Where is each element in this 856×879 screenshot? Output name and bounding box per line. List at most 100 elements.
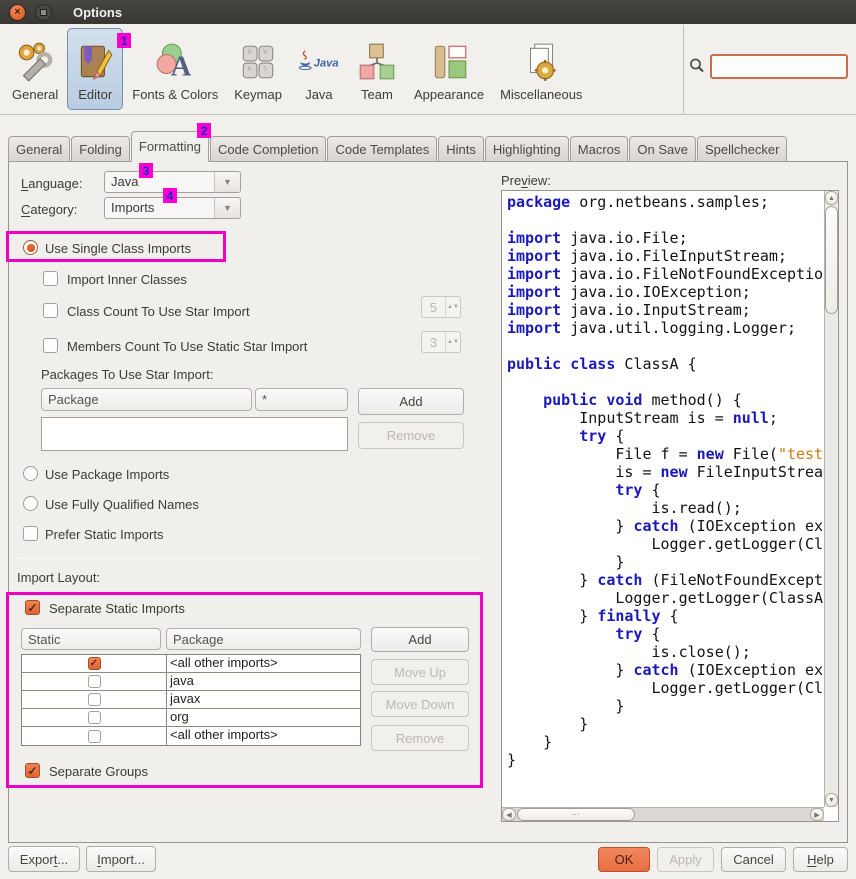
ok-button[interactable]: OK — [598, 847, 650, 872]
class-count-label: Class Count To Use Star Import — [67, 304, 250, 319]
members-count-checkbox[interactable]: ✓ — [43, 338, 58, 353]
tab-code-completion[interactable]: Code Completion — [210, 136, 326, 162]
tab-folding[interactable]: Folding — [71, 136, 130, 162]
chevron-down-icon[interactable]: ▼ — [214, 172, 240, 192]
package-cell: java — [167, 673, 360, 690]
separate-groups-checkbox[interactable]: ✓ — [25, 763, 40, 778]
members-count-spinner[interactable]: 3 ▲▼ — [421, 331, 461, 353]
help-button[interactable]: Help — [793, 847, 848, 872]
close-button[interactable]: × — [9, 4, 26, 21]
scroll-right-button[interactable]: ▶ — [810, 808, 824, 821]
files-gear-icon — [520, 39, 562, 85]
tab-spellchecker[interactable]: Spellchecker — [697, 136, 787, 162]
tab-macros[interactable]: Macros — [570, 136, 629, 162]
scroll-down-button[interactable]: ▼ — [825, 793, 838, 807]
export-button[interactable]: Export... — [8, 846, 80, 872]
static-checkbox[interactable]: ✓ — [88, 730, 101, 743]
layout-table: ✓<all other imports>✓java✓javax✓org✓<all… — [21, 654, 361, 746]
toolbar-item-editor[interactable]: Editor1 — [67, 28, 123, 110]
static-checkbox[interactable]: ✓ — [88, 711, 101, 724]
star-table-header-star[interactable]: * — [255, 388, 348, 411]
code-line: } — [507, 715, 824, 733]
layout-remove-button[interactable]: Remove — [371, 725, 469, 751]
tab-hints[interactable]: Hints — [438, 136, 484, 162]
import-button[interactable]: Import... — [86, 846, 156, 872]
cancel-button[interactable]: Cancel — [721, 847, 786, 872]
chevron-down-icon[interactable]: ▼ — [214, 198, 240, 218]
separate-static-imports-checkbox[interactable]: ✓ — [25, 600, 40, 615]
toolbar-item-fonts-colors[interactable]: AFonts & Colors — [125, 28, 225, 110]
layout-table-row[interactable]: ✓org — [22, 709, 360, 727]
tab-highlighting[interactable]: Highlighting — [485, 136, 569, 162]
use-fully-qualified-radio[interactable] — [23, 496, 38, 511]
search-input[interactable] — [710, 54, 848, 79]
move-down-button[interactable]: Move Down — [371, 691, 469, 717]
annotation-badge-1: 1 — [117, 33, 131, 48]
svg-text:A: A — [248, 65, 252, 72]
use-single-class-imports-radio[interactable] — [23, 240, 38, 255]
move-up-button[interactable]: Move Up — [371, 659, 469, 685]
search-area — [688, 54, 848, 80]
separate-static-imports-label: Separate Static Imports — [49, 601, 185, 616]
members-count-value: 3 — [422, 332, 445, 352]
prefer-static-imports-checkbox[interactable]: ✓ — [23, 526, 38, 541]
layout-table-row[interactable]: ✓ <all other imports> — [22, 727, 360, 745]
static-checkbox[interactable]: ✓ — [88, 693, 101, 706]
toolbar-item-miscellaneous[interactable]: Miscellaneous — [493, 28, 589, 110]
static-cell: ✓ — [22, 727, 167, 745]
package-cell: <all other imports> — [167, 727, 360, 745]
star-table-body[interactable] — [41, 417, 348, 451]
static-checkbox[interactable]: ✓ — [88, 675, 101, 688]
vertical-scroll-thumb[interactable] — [825, 206, 838, 314]
star-add-button[interactable]: Add — [358, 388, 464, 415]
toolbar-item-team[interactable]: Team — [349, 28, 405, 110]
scroll-left-button[interactable]: ◀ — [502, 808, 516, 821]
toolbar-item-keymap[interactable]: QWASKeymap — [227, 28, 289, 110]
tab-formatting[interactable]: Formatting2 — [131, 131, 209, 162]
toolbar-item-label: Team — [361, 87, 393, 102]
layout-table-row[interactable]: ✓javax — [22, 691, 360, 709]
vertical-scrollbar[interactable]: ▲ ▼ — [824, 191, 838, 807]
spinner-arrows-icon[interactable]: ▲▼ — [445, 297, 460, 317]
code-line: } — [507, 697, 824, 715]
tab-label: Highlighting — [493, 142, 561, 157]
scroll-up-button[interactable]: ▲ — [825, 191, 838, 205]
layout-table-header-package[interactable]: Package — [166, 628, 361, 650]
apply-button[interactable]: Apply — [657, 847, 714, 872]
preview-code[interactable]: package org.netbeans.samples; import jav… — [502, 191, 824, 807]
code-line: try { — [507, 427, 824, 445]
code-line: package org.netbeans.samples; — [507, 193, 824, 211]
tab-on-save[interactable]: On Save — [629, 136, 696, 162]
toolbar-item-label: General — [12, 87, 58, 102]
toolbar-item-label: Editor — [78, 87, 112, 102]
cubes-icon — [356, 39, 398, 85]
code-line: } catch (IOException ex) { — [507, 661, 824, 679]
toolbar-item-java[interactable]: JavaJava — [291, 28, 347, 110]
layout-table-row[interactable]: ✓ java — [22, 673, 360, 691]
static-checkbox[interactable]: ✓ — [88, 657, 101, 670]
spinner-arrows-icon[interactable]: ▲▼ — [445, 332, 460, 352]
use-package-imports-radio[interactable] — [23, 466, 38, 481]
toolbar-item-general[interactable]: General — [5, 28, 65, 110]
horizontal-scrollbar[interactable]: ◀ ⋯ ▶ — [502, 807, 824, 821]
toolbar-item-appearance[interactable]: Appearance — [407, 28, 491, 110]
layout-add-button[interactable]: Add — [371, 627, 469, 652]
tab-label: Spellchecker — [705, 142, 779, 157]
tab-general[interactable]: General — [8, 136, 70, 162]
layout-table-header-static[interactable]: Static — [21, 628, 161, 650]
java-cup-icon: Java — [298, 39, 340, 85]
use-fully-qualified-label: Use Fully Qualified Names — [45, 497, 199, 512]
horizontal-scroll-thumb[interactable]: ⋯ — [517, 808, 635, 821]
layout-table-row[interactable]: ✓<all other imports> — [22, 655, 360, 673]
code-line: is = new FileInputStream(f); — [507, 463, 824, 481]
restore-button[interactable] — [35, 4, 52, 21]
tab-label: Folding — [79, 142, 122, 157]
code-line: import java.util.logging.Logger; — [507, 319, 824, 337]
layout-blocks-icon — [428, 39, 470, 85]
class-count-spinner[interactable]: 5 ▲▼ — [421, 296, 461, 318]
class-count-checkbox[interactable]: ✓ — [43, 303, 58, 318]
tab-code-templates[interactable]: Code Templates — [327, 136, 437, 162]
star-table-header-package[interactable]: Package — [41, 388, 252, 411]
import-inner-classes-checkbox[interactable]: ✓ — [43, 271, 58, 286]
star-remove-button[interactable]: Remove — [358, 422, 464, 449]
